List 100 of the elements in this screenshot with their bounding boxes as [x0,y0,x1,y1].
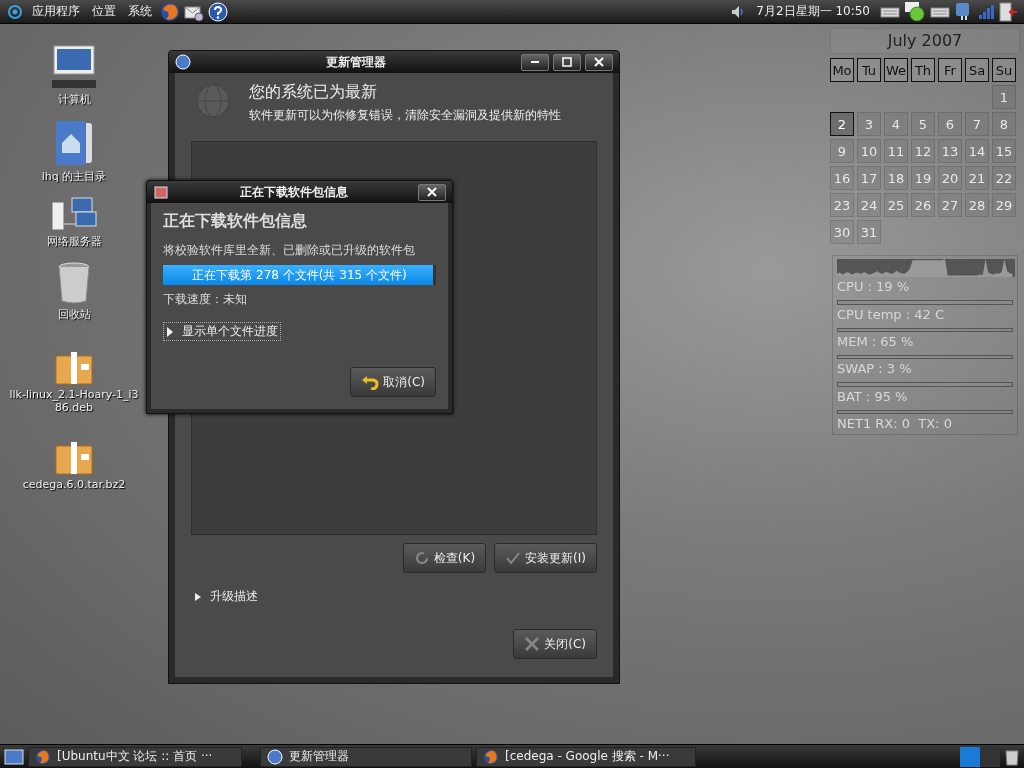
weekday-header: We [884,58,908,82]
refresh-icon [413,550,430,566]
workspace-switcher[interactable] [960,746,1000,767]
close-button[interactable] [418,183,446,201]
calendar-day[interactable]: 2 [830,112,854,136]
desktop-icon-label[interactable]: llk-linux_2.1-Hoary-1_i386.deb [7,388,141,414]
desktop-icon-label[interactable]: lhq 的主目录 [41,169,107,184]
package-box-icon[interactable] [54,350,94,386]
calendar-day[interactable]: 31 [857,220,881,244]
maximize-icon [562,57,572,67]
desktop-icon-label[interactable]: 网络服务器 [46,234,102,249]
expander[interactable]: 显示单个文件进度 [163,322,281,341]
calendar-day[interactable]: 10 [857,139,881,163]
calendar-month: July 2007 [830,28,1020,54]
keyboard-icon[interactable] [930,4,950,19]
calendar-day[interactable]: 11 [884,139,908,163]
help-icon[interactable] [208,1,228,22]
minimize-button[interactable] [521,53,549,71]
taskbar-window-button[interactable]: [cedega - Google 搜索 - M··· [476,746,696,767]
dialog-heading: 正在下载软件包信息 [163,211,308,232]
calendar-day[interactable]: 20 [938,166,962,190]
calendar-day[interactable]: 18 [884,166,908,190]
monitor-reading: NET1 RX: 0 TX: 0 [837,416,953,432]
weekday-header: Fr [938,58,962,82]
check-button[interactable]: 检查(K) [402,543,487,573]
clock[interactable]: 7月2日星期一 10:50 [756,3,870,20]
monitor-reading: BAT : 95 % [837,388,909,404]
calendar-day[interactable]: 26 [911,193,935,217]
calendar-day[interactable]: 8 [992,112,1016,136]
close-icon [427,187,437,197]
calendar-day[interactable]: 29 [992,193,1016,217]
signal-bars-icon[interactable] [978,3,994,20]
calendar-day[interactable]: 6 [938,112,962,136]
download-speed: 下载速度：未知 [163,291,248,308]
calendar-day[interactable]: 23 [830,193,854,217]
calendar-day[interactable]: 19 [911,166,935,190]
close-icon [524,636,541,652]
calendar-day[interactable]: 16 [830,166,854,190]
status-dot-icon[interactable] [904,0,926,23]
monitor-reading: CPU temp : 42 C [837,306,945,322]
close-icon [594,57,604,67]
maximize-button[interactable] [553,53,581,71]
expander[interactable]: 升级描述 [191,587,261,606]
calendar-day[interactable]: 12 [911,139,935,163]
computer-icon[interactable] [50,44,98,90]
status-heading: 您的系统已为最新 [249,82,378,103]
calendar-day[interactable]: 5 [911,112,935,136]
weekday-header: Su [992,58,1016,82]
triangle-icon [194,591,202,602]
panel-menu[interactable]: 应用程序 [28,3,84,20]
calendar-day[interactable]: 9 [830,139,854,163]
network-computers-icon[interactable] [50,196,98,232]
undo-arrow-icon [361,374,380,390]
panel-menu[interactable]: 系统 [124,3,156,20]
calendar-day[interactable]: 3 [857,112,881,136]
desktop-icon-label[interactable]: cedega.6.0.tar.bz2 [22,478,126,491]
dialog-title: 正在下载软件包信息 [238,183,349,201]
home-folder-icon[interactable] [54,119,94,167]
minimize-icon [531,61,539,63]
desktop-icon-label[interactable]: 回收站 [57,307,91,322]
calendar-day[interactable]: 4 [884,112,908,136]
monitor-reading: MEM : 65 % [837,334,915,350]
weekday-header: Tu [857,58,881,82]
progress-text: 正在下载第 278 个文件(共 315 个文件) [191,267,408,284]
calendar-day[interactable]: 24 [857,193,881,217]
calendar-day[interactable]: 27 [938,193,962,217]
calendar-day[interactable]: 1 [992,85,1016,109]
package-box-icon[interactable] [54,440,94,476]
install-button[interactable]: 安装更新(I) [494,543,597,573]
calendar-day[interactable]: 14 [965,139,989,163]
window-title: 更新管理器 [325,53,387,71]
checkmark-icon [505,550,522,566]
trash-icon[interactable] [1004,747,1020,766]
weekday-header: Th [911,58,935,82]
calendar-day[interactable]: 28 [965,193,989,217]
dialog-message: 将校验软件库里全新、已删除或已升级的软件包 [163,242,416,259]
weekday-header: Mo [830,58,854,82]
show-desktop-icon[interactable] [4,747,24,766]
calendar-day[interactable]: 25 [884,193,908,217]
calendar-day[interactable]: 7 [965,112,989,136]
desktop-icon-label[interactable]: 计算机 [57,92,91,107]
panel-menu[interactable]: 位置 [88,3,120,20]
triangle-icon [166,325,174,338]
cancel-button[interactable]: 取消(C) [350,367,436,397]
close-button[interactable]: 关闭(C) [513,629,597,659]
keyboard-icon[interactable] [880,4,900,19]
calendar-day[interactable]: 13 [938,139,962,163]
weekday-header: Sa [965,58,989,82]
package-icon [153,184,169,200]
monitor-reading: CPU : 19 % [837,279,911,295]
taskbar-window-button[interactable]: [Ubuntu中文 论坛 :: 首页 ··· [28,746,242,767]
close-button[interactable] [585,53,613,71]
calendar-day[interactable]: 30 [830,220,854,244]
monitor-reading: SWAP : 3 % [837,361,913,377]
calendar-day[interactable]: 22 [992,166,1016,190]
calendar-day[interactable]: 17 [857,166,881,190]
calendar-day[interactable]: 21 [965,166,989,190]
logout-icon[interactable] [998,1,1018,22]
calendar-day[interactable]: 15 [992,139,1016,163]
taskbar-window-button[interactable]: 更新管理器 [260,746,472,767]
